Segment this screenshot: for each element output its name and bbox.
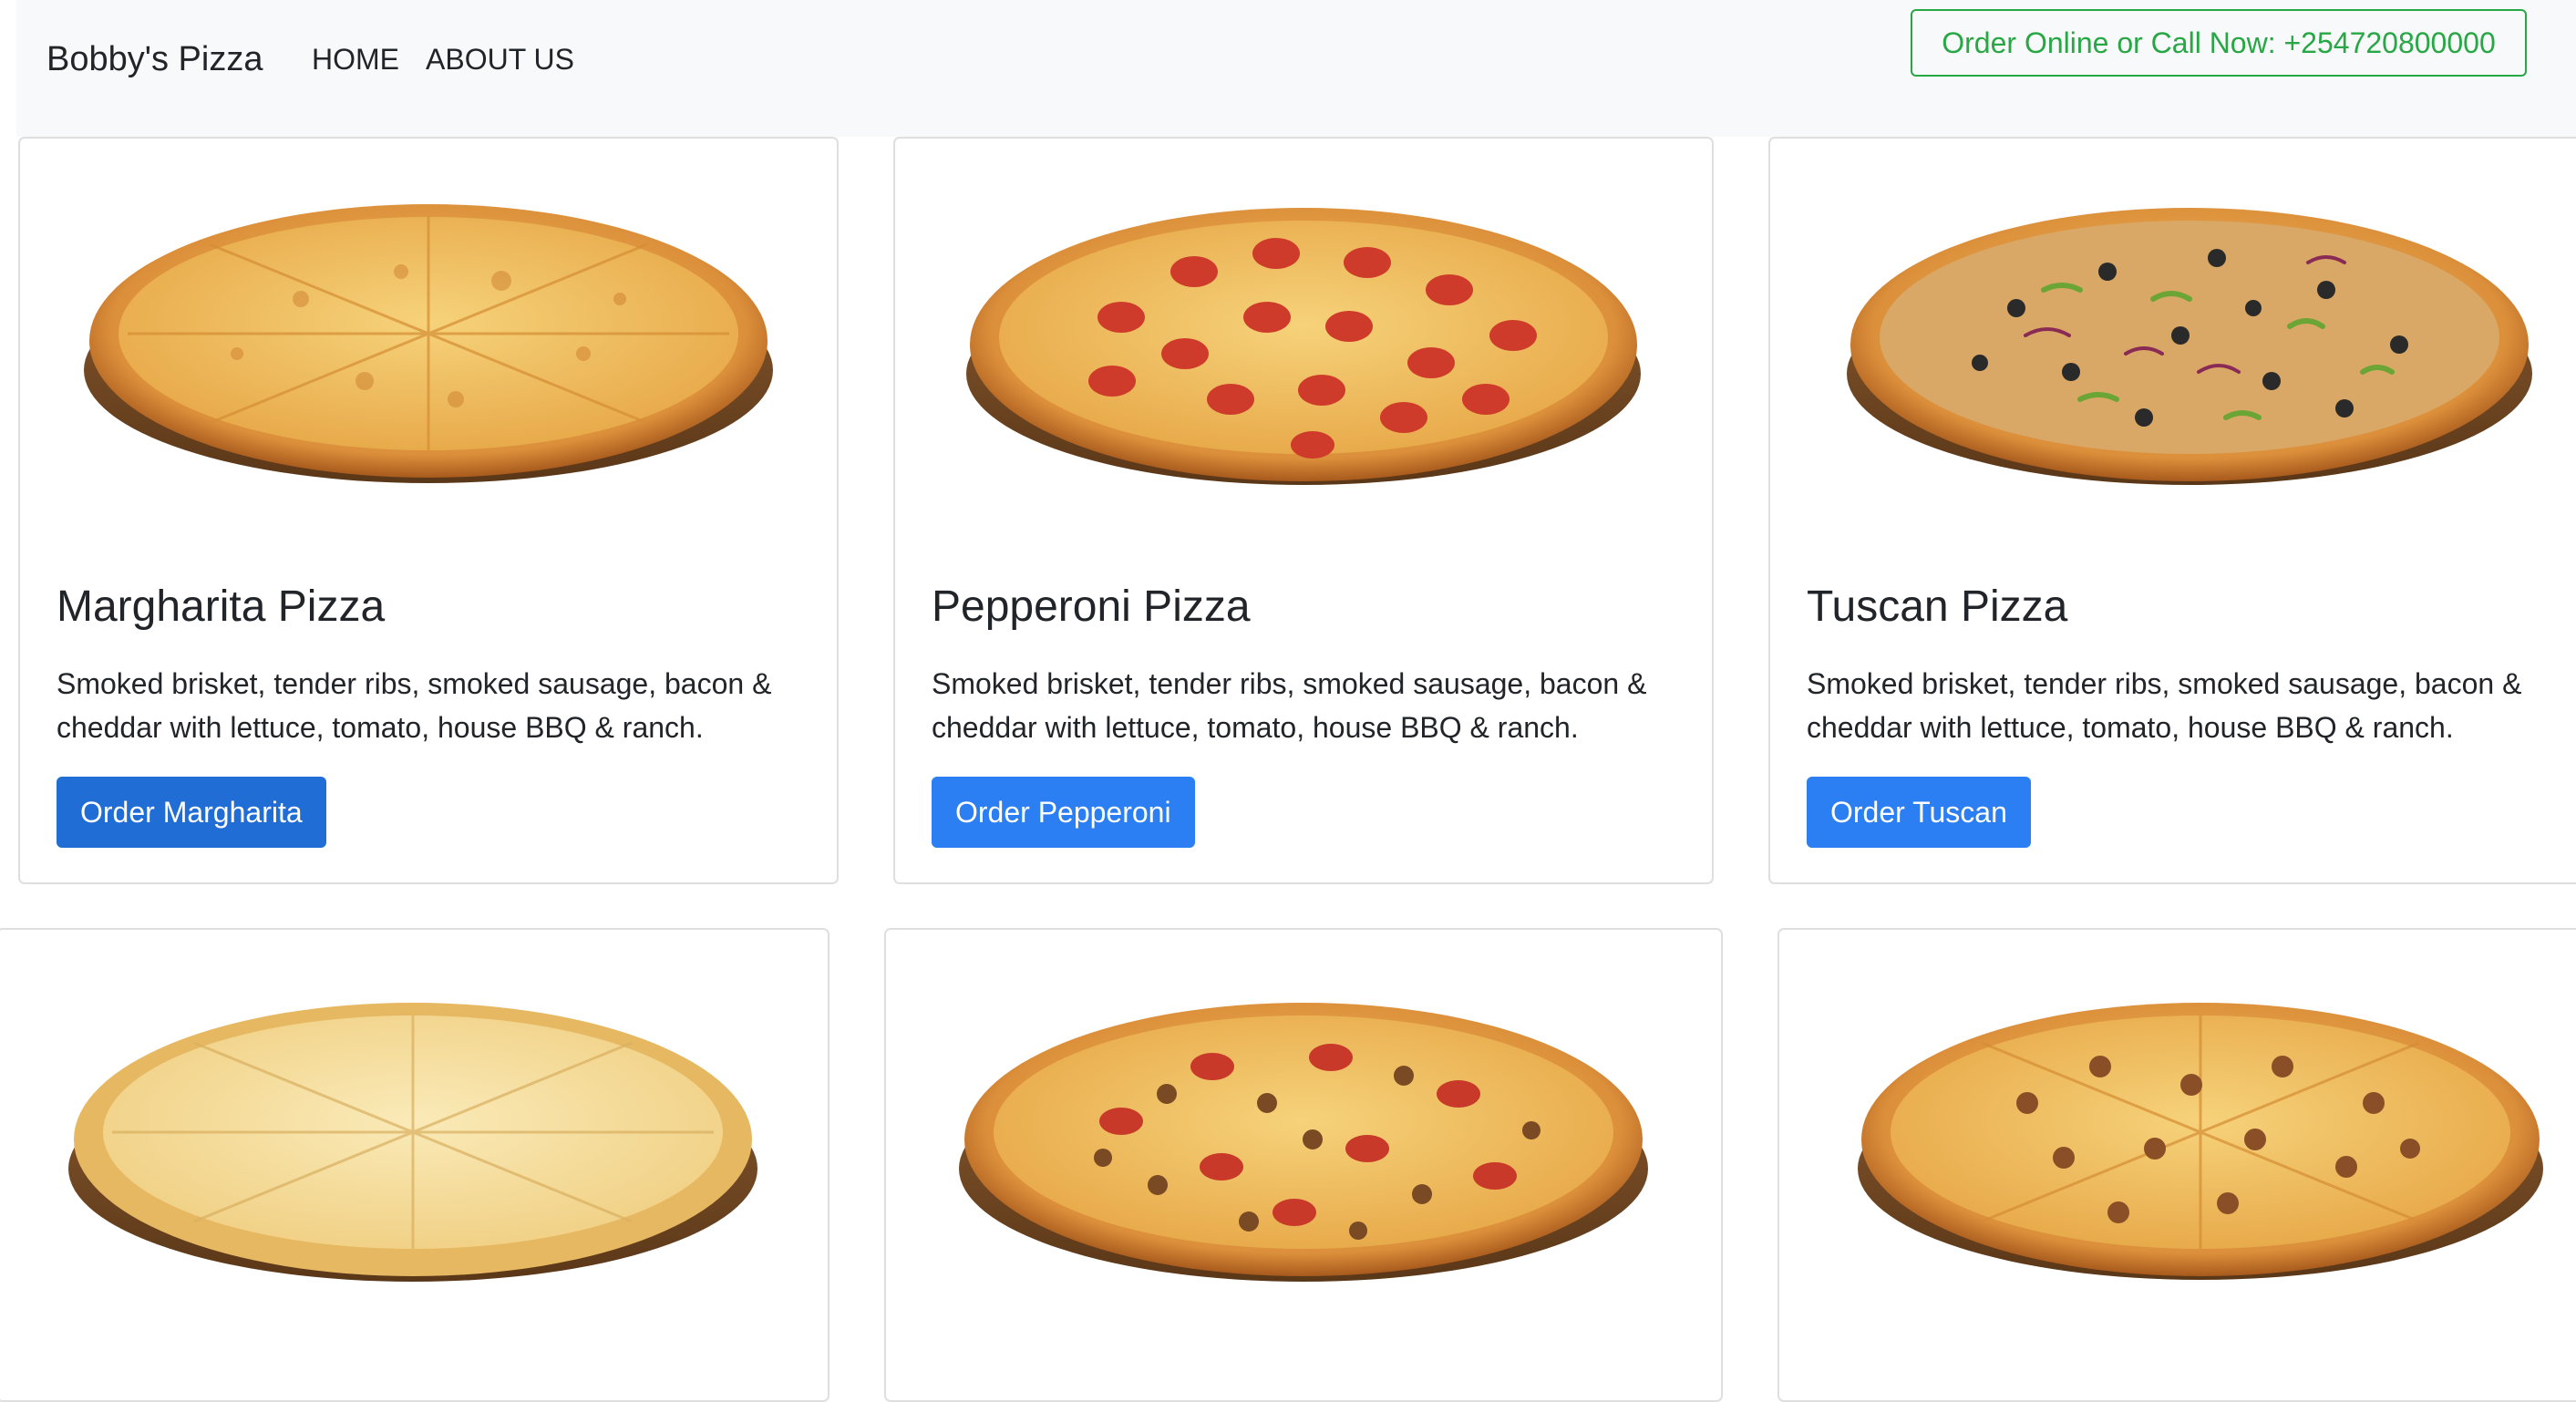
- pizza-card-meat-lovers: [884, 928, 1723, 1402]
- cheese-pizza-image: [84, 204, 773, 483]
- card-title: Margharita Pizza: [57, 582, 386, 631]
- pizza-card-pepperoni: Pepperoni Pizza Smoked brisket, tender r…: [893, 137, 1714, 884]
- navbar: Bobby's Pizza HOME ABOUT US Order Online…: [16, 0, 2576, 137]
- card-description: Smoked brisket, tender ribs, smoked saus…: [57, 667, 772, 744]
- meat-lovers-pizza-image: [959, 1003, 1648, 1282]
- card-description: Smoked brisket, tender ribs, smoked saus…: [932, 667, 1647, 744]
- veggie-pizza-image: [1847, 208, 2532, 485]
- pizza-card-sausage: [1777, 928, 2576, 1402]
- pepperoni-pizza-image: [966, 208, 1641, 485]
- order-tuscan-button[interactable]: Order Tuscan: [1807, 777, 2031, 848]
- order-margharita-button[interactable]: Order Margharita: [57, 777, 326, 848]
- pizza-card-tuscan: Tuscan Pizza Smoked brisket, tender ribs…: [1768, 137, 2576, 884]
- pizza-card-margharita: Margharita Pizza Smoked brisket, tender …: [18, 137, 839, 884]
- pizza-card-white-cheese: [0, 928, 829, 1402]
- white-cheese-pizza-image: [68, 1003, 757, 1282]
- nav-link-home[interactable]: HOME: [312, 0, 399, 119]
- nav-link-about-us[interactable]: ABOUT US: [426, 0, 574, 119]
- card-title: Pepperoni Pizza: [932, 582, 1251, 631]
- card-title: Tuscan Pizza: [1807, 582, 2068, 631]
- card-description: Smoked brisket, tender ribs, smoked saus…: [1807, 667, 2522, 744]
- sausage-pizza-image: [1858, 1003, 2543, 1280]
- order-online-call-button[interactable]: Order Online or Call Now: +254720800000: [1911, 9, 2527, 77]
- order-pepperoni-button[interactable]: Order Pepperoni: [932, 777, 1195, 848]
- brand-logo-text[interactable]: Bobby's Pizza: [46, 0, 263, 119]
